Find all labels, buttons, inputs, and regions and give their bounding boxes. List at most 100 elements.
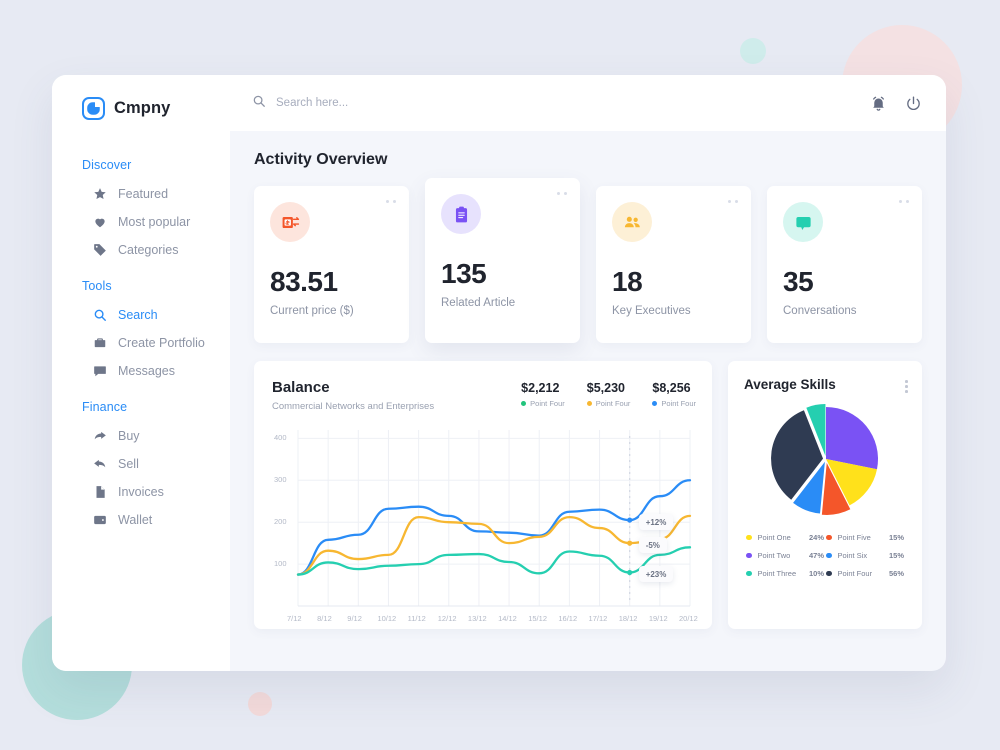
x-axis-tick: 19/12: [648, 614, 668, 623]
balance-stat-value: $5,230: [586, 381, 626, 395]
wallet-icon: [92, 513, 107, 528]
pie-legend-item: Point Two 47%: [746, 551, 826, 560]
pie-legend: Point One 24% Point Five 15% Point Two 47% Poi…: [744, 533, 908, 587]
content: Activity Overview 83.51 Current price ($…: [230, 131, 946, 671]
stat-label: Related Article: [441, 297, 516, 309]
kebab-menu-icon[interactable]: [905, 377, 908, 393]
search-input[interactable]: [276, 97, 516, 109]
chart-change-badge: +23%: [638, 566, 674, 583]
legend-dot: [746, 570, 752, 577]
x-axis-tick: 17/12: [588, 614, 608, 623]
balance-line-chart[interactable]: 100 200 300 400 7/12 8/12 9/12 10/12 11/12 12/12…: [272, 424, 698, 630]
clipboard-icon: [441, 194, 481, 234]
sidebar-item-categories[interactable]: Categories: [52, 236, 230, 264]
sidebar-item-sell[interactable]: Sell: [52, 450, 230, 478]
sidebar-item-featured[interactable]: Featured: [52, 180, 230, 208]
card-menu-dots-icon[interactable]: [386, 200, 396, 203]
app-window: Cmpny Discover Featured Most popular Cat…: [52, 75, 946, 671]
skills-header: Average Skills: [744, 377, 908, 393]
pie-legend-item: Point Six 15%: [826, 551, 906, 560]
balance-stat: $8,256 Point Four: [652, 381, 696, 408]
sidebar-item-most-popular[interactable]: Most popular: [52, 208, 230, 236]
legend-dot-green: [521, 401, 527, 406]
chat-icon: [92, 364, 107, 379]
bell-icon[interactable]: [870, 95, 887, 112]
balance-title: Balance: [272, 379, 330, 396]
legend-label: Point Six: [837, 550, 868, 560]
pie-chart[interactable]: [744, 399, 908, 519]
balance-stat-legend: Point Four: [530, 399, 565, 408]
x-axis-tick: 13/12: [467, 614, 487, 623]
x-axis-tick: 14/12: [498, 614, 517, 623]
balance-panel: Balance Commercial Networks and Enterpri…: [254, 361, 712, 629]
pie-slice[interactable]: [826, 406, 878, 469]
legend-value: 24%: [808, 532, 824, 542]
line-chart-svg: [296, 430, 692, 607]
topbar-actions: [870, 95, 922, 112]
sidebar-item-label: Categories: [118, 243, 179, 257]
stat-value: 35: [783, 266, 814, 297]
x-axis-tick: 12/12: [437, 614, 457, 623]
search-bar[interactable]: [252, 94, 870, 113]
balance-subtitle: Commercial Networks and Enterprises: [272, 401, 435, 412]
people-icon: [612, 202, 652, 242]
legend-dot: [746, 534, 752, 541]
pie-chart-svg: [771, 403, 878, 515]
balance-stat-value: $2,212: [521, 381, 560, 395]
legend-label: Point Five: [837, 532, 871, 542]
x-axis-tick: 11/12: [407, 614, 426, 623]
y-axis-tick: 100: [274, 559, 287, 569]
stat-card-current-price[interactable]: 83.51 Current price ($): [254, 186, 409, 343]
star-icon: [92, 187, 107, 202]
sidebar-item-messages[interactable]: Messages: [52, 357, 230, 385]
stat-card-conversations[interactable]: 35 Conversations: [767, 186, 922, 343]
sidebar-item-create-portfolio[interactable]: Create Portfolio: [52, 329, 230, 357]
sidebar-item-buy[interactable]: Buy: [52, 422, 230, 450]
sidebar-group-title: Finance: [82, 400, 128, 414]
sidebar-item-label: Buy: [118, 429, 140, 443]
brand-logo[interactable]: Cmpny: [52, 75, 230, 120]
chart-change-badge: +12%: [638, 514, 674, 531]
sidebar-item-label: Search: [118, 308, 158, 322]
sidebar-group-discover: Discover Featured Most popular Categorie…: [52, 158, 230, 264]
x-axis-tick: 8/12: [317, 614, 332, 623]
card-menu-dots-icon[interactable]: [899, 200, 909, 203]
legend-label: Point Three: [757, 568, 797, 578]
pie-legend-item: Point Five 15%: [826, 533, 906, 542]
sidebar-item-label: Create Portfolio: [118, 336, 205, 350]
chart-change-badge: -5%: [638, 537, 667, 554]
balance-header: Balance Commercial Networks and Enterpri…: [272, 379, 696, 412]
pie-legend-item: Point One 24%: [746, 533, 826, 542]
sidebar-item-invoices[interactable]: Invoices: [52, 478, 230, 506]
arrow-back-icon: [92, 457, 107, 472]
sidebar-group-tools: Tools Search Create Portfolio Messages: [52, 279, 230, 385]
y-axis-tick: 300: [274, 475, 287, 485]
x-axis-tick: 16/12: [558, 614, 578, 623]
sidebar-item-label: Messages: [118, 364, 175, 378]
sidebar-item-search[interactable]: Search: [52, 301, 230, 329]
chat-bubble-icon: [783, 202, 823, 242]
stat-label: Conversations: [783, 305, 857, 317]
legend-dot-blue: [652, 401, 658, 406]
x-axis-tick: 20/12: [679, 614, 698, 623]
y-axis-tick: 400: [274, 433, 287, 443]
card-menu-dots-icon[interactable]: [557, 192, 567, 195]
logo-rounded-square-icon: [82, 97, 105, 120]
pie-legend-item: Point Four 56%: [826, 569, 906, 578]
sidebar-group-title: Tools: [82, 279, 112, 293]
legend-value: 47%: [808, 550, 824, 560]
search-icon: [92, 308, 107, 323]
x-axis-tick: 15/12: [528, 614, 547, 623]
card-menu-dots-icon[interactable]: [728, 200, 738, 203]
stat-cards: 83.51 Current price ($) 135 Related Arti…: [254, 178, 922, 343]
legend-value: 15%: [888, 550, 904, 560]
sidebar-nav: Discover Featured Most popular Categorie…: [52, 120, 230, 534]
sidebar-item-wallet[interactable]: Wallet: [52, 506, 230, 534]
stat-card-related-article[interactable]: 135 Related Article: [425, 178, 580, 343]
power-icon[interactable]: [905, 95, 922, 112]
stat-card-key-executives[interactable]: 18 Key Executives: [596, 186, 751, 343]
decorative-circle-teal-small: [740, 38, 766, 64]
search-icon: [252, 94, 266, 113]
skills-title: Average Skills: [744, 377, 836, 392]
sidebar-group-title: Discover: [82, 158, 132, 172]
